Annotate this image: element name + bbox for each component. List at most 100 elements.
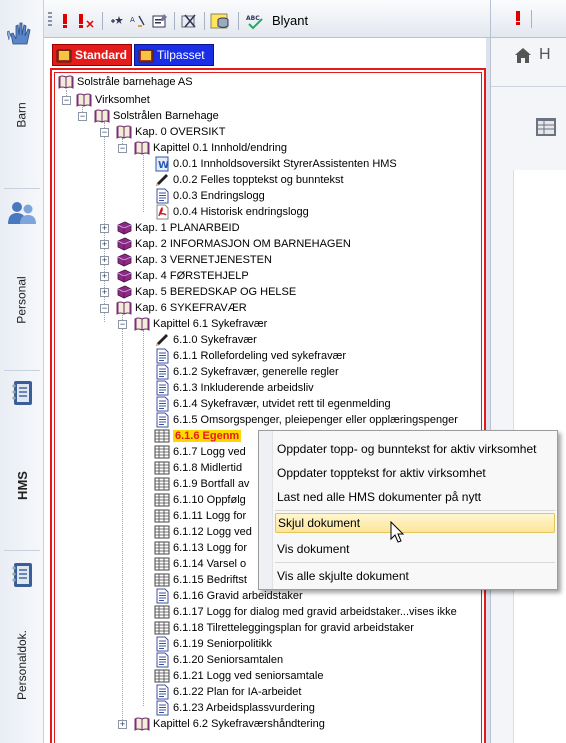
tree-doc[interactable]: 6.1.7 Logg ved [154,444,246,460]
tree-label: Kap. 1 PLANARBEID [135,222,240,234]
tree-doc[interactable]: 6.1.18 Tilretteleggingsplan for gravid a… [154,620,414,636]
form-icon[interactable] [150,12,170,30]
menu-item-show-document[interactable]: Vis dokument [277,539,350,559]
tree-node-kap5[interactable]: Kap. 5 BEREDSKAP OG HELSE [116,284,296,300]
table-icon [154,556,170,572]
tree-doc[interactable]: 6.1.2 Sykefravær, generelle regler [154,364,339,380]
tree-node-virksomhet[interactable]: Virksomhet [76,92,150,108]
delete-icon[interactable] [178,12,200,30]
tree-doc[interactable]: 6.1.1 Rollefordeling ved sykefravær [154,348,346,364]
expand-toggle[interactable]: + [118,720,127,729]
expand-toggle[interactable]: + [100,240,109,249]
tree-doc[interactable]: 6.1.19 Seniorpolitikk [154,636,272,652]
collapse-toggle[interactable]: − [62,96,71,105]
expand-toggle[interactable]: + [100,288,109,297]
expand-toggle[interactable]: + [100,272,109,281]
toolbar-grip[interactable] [48,12,52,28]
tree-label: 6.1.12 Logg ved [173,526,252,538]
tree-doc[interactable]: 6.1.10 Oppfølg [154,492,246,508]
tree-doc[interactable]: 6.1.3 Inkluderende arbeidsliv [154,380,314,396]
tree-label: 6.1.19 Seniorpolitikk [173,638,273,650]
tree-label: 6.1.20 Seniorsamtalen [173,654,284,666]
collapse-toggle[interactable]: − [118,144,127,153]
table-icon [154,460,170,476]
star-icon[interactable] [106,12,126,30]
tab-tilpasset[interactable]: Tilpasset [134,44,214,66]
tree-doc[interactable]: 6.1.13 Logg for [154,540,247,556]
hand-icon[interactable] [7,20,37,46]
tree-doc-selected[interactable]: 6.1.6 Egenm [154,428,242,444]
sidebar-item-personal[interactable]: Personal [0,245,44,355]
sidebar-item-personaldok[interactable]: Personaldok. [0,610,44,720]
tree-doc[interactable]: 6.1.9 Bortfall av [154,476,249,492]
menu-item-show-all-hidden[interactable]: Vis alle skjulte dokument [277,566,409,586]
tree-label: Kapittel 6.2 Sykefraværshåndtering [153,718,325,730]
tree-doc[interactable]: 0.0.1 Innholdsoversikt StyrerAssistenten… [154,156,397,172]
menu-item-label: Oppdater topptekst for aktiv virksomhet [277,466,486,480]
tree-doc[interactable]: 6.1.4 Sykefravær, utvidet rett til egenm… [154,396,391,412]
people-icon[interactable] [7,200,37,226]
grid-icon[interactable] [535,116,557,138]
tree-doc[interactable]: 0.0.3 Endringslogg [154,188,265,204]
expand-toggle[interactable]: + [100,224,109,233]
exclamation-icon[interactable] [513,10,523,26]
sort-icon[interactable]: A [128,12,148,30]
tree-doc[interactable]: 6.1.14 Varsel o [154,556,246,572]
sidebar-item-barn[interactable]: Barn [0,70,44,160]
tree-connector [143,330,144,706]
tree-label: 0.0.1 Innholdsoversikt StyrerAssistenten… [173,158,397,170]
tree-doc[interactable]: 6.1.11 Logg for [154,508,246,524]
tree-node-kap2[interactable]: Kap. 2 INFORMASJON OM BARNEHAGEN [116,236,351,252]
notebook-icon[interactable] [7,562,37,588]
tree-doc[interactable]: 0.0.4 Historisk endringslogg [154,204,309,220]
tree-doc[interactable]: 6.1.22 Plan for IA-arbeidet [154,684,301,700]
tree-doc[interactable]: 6.1.20 Seniorsamtalen [154,652,283,668]
tree-node-kapittel61[interactable]: Kapittel 6.1 Sykefravær [134,316,267,332]
tree-label: 6.1.1 Rollefordeling ved sykefravær [173,350,347,362]
tree-label: 0.0.2 Felles topptekst og bunntekst [173,174,344,186]
tree-doc[interactable]: 6.1.8 Midlertid [154,460,242,476]
collapse-toggle[interactable]: − [100,128,109,137]
menu-item-update-header-footer[interactable]: Oppdater topp- og bunntekst for aktiv vi… [277,439,536,459]
menu-item-hide-document[interactable]: Skjul dokument [275,513,555,533]
tree-node-kap6[interactable]: Kap. 6 SYKEFRAVÆR [116,300,247,316]
tree-doc[interactable]: 6.1.17 Logg for dialog med gravid arbeid… [154,604,457,620]
menu-item-download-all[interactable]: Last ned alle HMS dokumenter på nytt [277,487,481,507]
tree-doc[interactable]: 6.1.15 Bedriftst [154,572,247,588]
tree-doc[interactable]: 6.1.5 Omsorgspenger, pleiepenger eller o… [154,412,458,428]
toolbar-separator [531,10,532,28]
spellcheck-icon[interactable]: ABC [244,12,268,30]
document-icon [154,652,170,668]
collapse-toggle[interactable]: − [118,320,127,329]
notebook-icon[interactable] [7,380,37,406]
tree-doc[interactable]: 6.1.23 Arbeidsplassvurdering [154,700,315,716]
home-tab[interactable]: H [513,46,551,64]
tree-node-kapittel01[interactable]: Kapittel 0.1 Innhold/endring [134,140,287,156]
tree-doc[interactable]: 6.1.0 Sykefravær [154,332,257,348]
tree-node-kapittel62[interactable]: Kapittel 6.2 Sykefraværshåndtering [134,716,325,732]
blyant-label[interactable]: Blyant [272,13,308,28]
tree-node-kap0[interactable]: Kap. 0 OVERSIKT [116,124,225,140]
tree-node-org[interactable]: Solstråle barnehage AS [58,74,193,90]
tree-node-barnehage[interactable]: Solstrålen Barnehage [94,108,219,124]
exclamation-icon[interactable] [58,12,72,30]
tree-node-kap3[interactable]: Kap. 3 VERNETJENESTEN [116,252,272,268]
tree-label: Virksomhet [95,94,150,106]
tree-doc[interactable]: 6.1.12 Logg ved [154,524,252,540]
database-icon[interactable] [208,12,234,30]
tree-doc[interactable]: 6.1.16 Gravid arbeidstaker [154,588,303,604]
tree-doc[interactable]: 6.1.21 Logg ved seniorsamtale [154,668,323,684]
tree-doc[interactable]: 0.0.2 Felles topptekst og bunntekst [154,172,344,188]
tab-standard[interactable]: Standard [52,44,132,66]
tree-label: 6.1.4 Sykefravær, utvidet rett til egenm… [173,398,391,410]
tree-node-kap4[interactable]: Kap. 4 FØRSTEHJELP [116,268,249,284]
expand-toggle[interactable]: + [100,256,109,265]
sidebar-item-label: Personal [15,276,29,324]
tree-node-kap1[interactable]: Kap. 1 PLANARBEID [116,220,240,236]
menu-item-update-header[interactable]: Oppdater topptekst for aktiv virksomhet [277,463,486,483]
collapse-toggle[interactable]: − [100,304,109,313]
exclamation-x-icon[interactable] [76,12,98,30]
collapse-toggle[interactable]: − [78,112,87,121]
sidebar-item-hms[interactable]: HMS [0,440,44,530]
table-icon [154,668,170,684]
